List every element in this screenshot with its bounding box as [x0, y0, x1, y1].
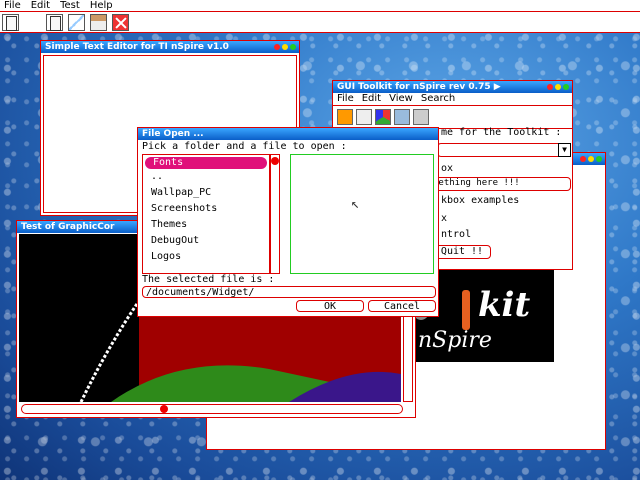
- folder-list[interactable]: Fonts .. Wallpap_PC Screenshots Themes D…: [142, 154, 270, 274]
- toolkit-menu-search[interactable]: Search: [421, 93, 455, 105]
- graphic-title: Test of GraphicCor: [21, 222, 115, 232]
- save-icon[interactable]: [413, 109, 429, 125]
- maximize-dot-icon[interactable]: [563, 84, 569, 90]
- toolkit-menu-edit[interactable]: Edit: [362, 93, 381, 105]
- x-label: x: [441, 213, 448, 224]
- file-open-title: File Open ...: [142, 129, 204, 139]
- graphic-hscroll[interactable]: [21, 404, 403, 414]
- minimize-dot-icon[interactable]: [588, 156, 594, 162]
- list-item[interactable]: Screenshots: [143, 201, 269, 217]
- list-item[interactable]: Fonts: [145, 157, 267, 169]
- chart-icon[interactable]: [375, 109, 391, 125]
- list-item[interactable]: Logos: [143, 249, 269, 265]
- close-dot-icon[interactable]: [547, 84, 553, 90]
- toolkit-menubar: File Edit View Search: [333, 93, 572, 105]
- mouse-cursor-icon: ↖: [351, 196, 360, 212]
- menu-help[interactable]: Help: [90, 0, 113, 11]
- list-item[interactable]: DebugOut: [143, 233, 269, 249]
- checkbox-examples-label: kbox examples: [441, 195, 520, 206]
- menu-edit[interactable]: Edit: [31, 0, 50, 11]
- scroll-thumb[interactable]: [271, 157, 279, 165]
- file-open-prompt: Pick a folder and a file to open :: [142, 141, 347, 152]
- hscroll-thumb[interactable]: [160, 405, 168, 413]
- new-doc-icon[interactable]: [2, 14, 19, 31]
- ok-button[interactable]: OK: [296, 300, 364, 312]
- close-icon[interactable]: [112, 14, 129, 31]
- toolkit-toolbar: [333, 105, 572, 129]
- list-item[interactable]: Themes: [143, 217, 269, 233]
- main-toolbar: [0, 11, 640, 33]
- list-item[interactable]: Wallpap_PC: [143, 185, 269, 201]
- file-open-titlebar[interactable]: File Open ...: [138, 128, 438, 140]
- toolkit-combo[interactable]: [437, 143, 565, 157]
- quit-button[interactable]: Quit !!: [433, 245, 491, 259]
- selected-file-label: The selected file is :: [142, 274, 275, 285]
- file-list[interactable]: ↖: [290, 154, 434, 274]
- toolkit-titlebar[interactable]: GUI Toolkit for nSpire rev 0.75 ▶: [333, 81, 572, 93]
- folder-icon[interactable]: [337, 109, 353, 125]
- text-editor-title: Simple Text Editor for TI nSpire v1.0: [45, 42, 229, 52]
- toolkit-menu-file[interactable]: File: [337, 93, 354, 105]
- close-dot-icon[interactable]: [580, 156, 586, 162]
- folder-list-scrollbar[interactable]: [270, 154, 280, 274]
- open-doc-icon[interactable]: [46, 14, 63, 31]
- white-curve: [79, 262, 147, 402]
- paste-icon[interactable]: [90, 14, 107, 31]
- list-icon[interactable]: [394, 109, 410, 125]
- toolkit-title: GUI Toolkit for nSpire rev 0.75 ▶: [337, 82, 501, 92]
- toolkit-menu-view[interactable]: View: [389, 93, 413, 105]
- checkbox-label: ox: [441, 163, 454, 174]
- maximize-dot-icon[interactable]: [596, 156, 602, 162]
- logo-text-bottom: nSpire: [418, 328, 492, 353]
- toolkit-text-field[interactable]: mething here !!!: [429, 177, 571, 191]
- selected-file-path[interactable]: /documents/Widget/: [142, 286, 436, 298]
- dropdown-arrow-icon[interactable]: ▼: [558, 143, 571, 157]
- text-editor-titlebar[interactable]: Simple Text Editor for TI nSpire v1.0: [41, 41, 299, 53]
- logo-text-top: kit: [478, 285, 531, 325]
- screwdriver-icon: [462, 290, 470, 330]
- control-label: ntrol: [441, 229, 472, 240]
- toolkit-text-field-value: mething here !!!: [433, 178, 520, 188]
- minimize-dot-icon[interactable]: [282, 44, 288, 50]
- close-dot-icon[interactable]: [274, 44, 280, 50]
- toolkit-name-label: me for the Toolkit :: [441, 127, 562, 138]
- file-open-dialog: File Open ... Pick a folder and a file t…: [137, 127, 439, 317]
- minimize-dot-icon[interactable]: [555, 84, 561, 90]
- main-menubar: File Edit Test Help: [0, 0, 640, 11]
- maximize-dot-icon[interactable]: [290, 44, 296, 50]
- cut-icon[interactable]: [68, 14, 85, 31]
- menu-test[interactable]: Test: [60, 0, 80, 11]
- menu-file[interactable]: File: [4, 0, 21, 11]
- cancel-button[interactable]: Cancel: [368, 300, 436, 312]
- list-item[interactable]: ..: [143, 169, 269, 185]
- document-icon[interactable]: [356, 109, 372, 125]
